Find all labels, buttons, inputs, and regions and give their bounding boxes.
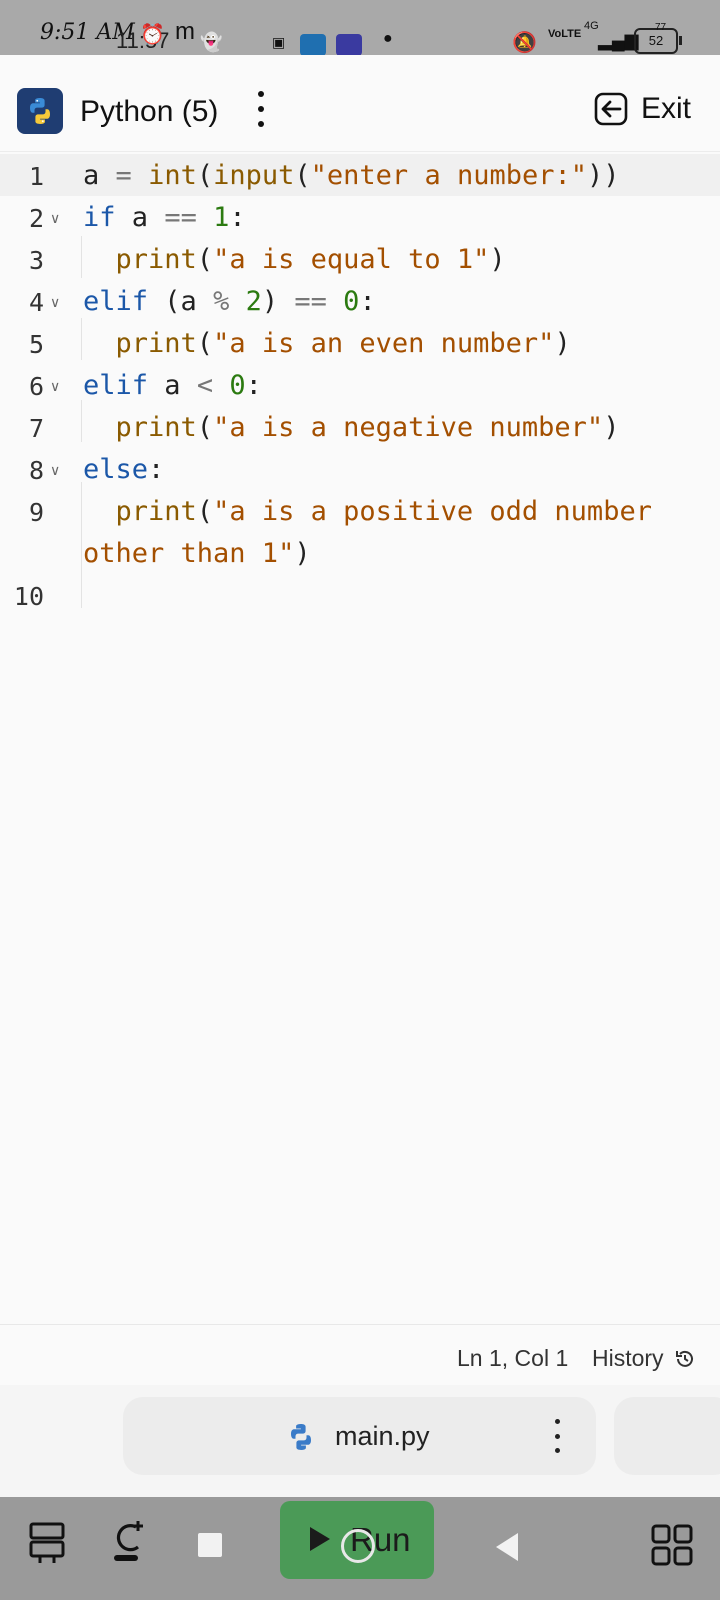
more-options-icon[interactable] <box>254 91 268 127</box>
file-tab-main[interactable]: main.py <box>123 1397 596 1475</box>
exit-icon <box>594 92 628 126</box>
status-bar: 9:51 AM 11:57 ⏰ m 👻 ▣ ● 🔕 VoLTE 4G ▂▄▆ 5… <box>0 0 720 56</box>
python-file-icon <box>291 1424 311 1450</box>
battery-secondary: 77 <box>655 22 667 33</box>
ai-assist-icon[interactable] <box>108 1517 148 1565</box>
app-icon-game <box>336 34 362 56</box>
snapchat-icon: 👻 <box>200 32 223 52</box>
code-line-8[interactable]: 8 ∨ else: <box>0 448 720 490</box>
file-tab-label: main.py <box>335 1421 430 1451</box>
code-line-7[interactable]: 7 print("a is a negative number") <box>0 406 720 448</box>
code-line-3[interactable]: 3 print("a is equal to 1") <box>0 238 720 280</box>
exit-button[interactable]: Exit <box>593 91 691 127</box>
fold-chevron-icon[interactable]: ∨ <box>50 294 60 311</box>
line-number: 2 <box>28 204 44 233</box>
alarm-icon: ⏰ <box>140 24 165 46</box>
volte-icon: VoLTE <box>548 28 582 40</box>
cursor-position: Ln 1, Col 1 <box>457 1345 569 1371</box>
fold-chevron-icon[interactable]: ∨ <box>50 378 60 395</box>
network-label: 4G <box>584 20 599 32</box>
grid-icon[interactable] <box>650 1523 694 1567</box>
app-icon-blue <box>300 34 326 56</box>
m-logo-icon: m <box>175 18 195 45</box>
line-number: 10 <box>13 582 44 611</box>
line-number: 8 <box>28 456 44 485</box>
code-editor[interactable]: 1 a = int(input("enter a number:")) 2 ∨ … <box>0 152 720 1324</box>
python-logo-icon <box>17 88 63 134</box>
run-button[interactable]: Run <box>280 1501 434 1579</box>
play-icon <box>310 1527 330 1551</box>
back-icon[interactable] <box>496 1533 518 1561</box>
file-tab-next[interactable] <box>614 1397 720 1475</box>
fold-chevron-icon[interactable]: ∨ <box>50 462 60 479</box>
editor-status-strip: Ln 1, Col 1 History <box>0 1324 720 1386</box>
stop-icon[interactable] <box>198 1533 222 1557</box>
line-number: 9 <box>28 498 44 527</box>
signal-icon: ▂▄▆ <box>598 30 639 50</box>
battery-level: 52 <box>648 33 664 48</box>
line-number: 5 <box>28 330 44 359</box>
history-label: History <box>592 1345 664 1371</box>
line-number: 1 <box>28 162 44 191</box>
code-line-5[interactable]: 5 print("a is an even number") <box>0 322 720 364</box>
code-line-6[interactable]: 6 ∨ elif a < 0: <box>0 364 720 406</box>
code-line-2[interactable]: 2 ∨ if a == 1: <box>0 196 720 238</box>
bottom-navigation: Run <box>0 1497 720 1600</box>
notification-icon: ▣ <box>272 34 286 50</box>
page-title: Python (5) <box>80 95 219 128</box>
line-number: 4 <box>28 288 44 317</box>
code-line-10[interactable]: 10 <box>0 574 720 616</box>
home-circle-icon <box>341 1529 375 1563</box>
mute-icon: 🔕 <box>512 32 537 54</box>
code-line-9[interactable]: 9 print("a is a positive odd number othe… <box>0 490 720 574</box>
layers-icon[interactable] <box>28 1521 66 1565</box>
dot-icon: ● <box>383 30 393 47</box>
history-icon <box>675 1350 693 1367</box>
file-tabs: main.py <box>0 1385 720 1497</box>
line-number: 3 <box>28 246 44 275</box>
app-header: Python (5) Exit <box>0 55 720 152</box>
code-line-1[interactable]: 1 a = int(input("enter a number:")) <box>0 154 720 196</box>
fold-chevron-icon[interactable]: ∨ <box>50 210 60 227</box>
history-button[interactable]: History <box>592 1345 696 1372</box>
line-number: 6 <box>28 372 44 401</box>
file-more-icon[interactable] <box>553 1419 561 1453</box>
exit-label: Exit <box>641 92 692 125</box>
code-line-4[interactable]: 4 ∨ elif (a % 2) == 0: <box>0 280 720 322</box>
line-number: 7 <box>28 414 44 443</box>
